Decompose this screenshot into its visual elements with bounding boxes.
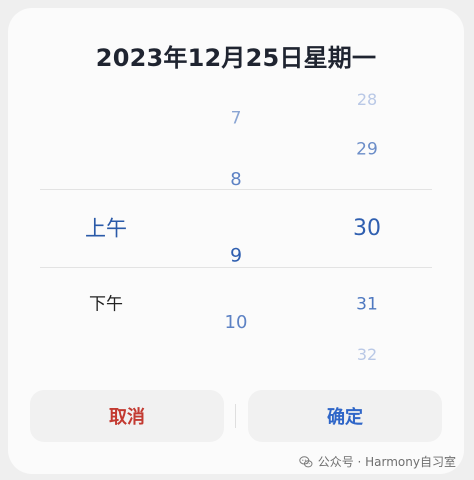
watermark-text: 公众号 · Harmony自习室 — [317, 455, 456, 469]
ampm-option-am[interactable]: 上午 — [85, 218, 127, 240]
dialog-title: 2023年12月25日星期一 — [95, 44, 377, 72]
selection-bottom-line — [40, 267, 432, 268]
minute-option[interactable]: 31 — [356, 296, 378, 314]
minute-option[interactable]: 32 — [357, 347, 377, 363]
time-picker-dialog: 2023年12月25日星期一 上午 下午 7 8 9 10 28 29 30 3… — [8, 8, 464, 474]
cancel-button[interactable]: 取消 — [30, 390, 224, 442]
chat-icon — [299, 455, 313, 469]
hour-option[interactable]: 10 — [225, 314, 248, 332]
minute-option[interactable]: 28 — [357, 92, 377, 108]
hour-option[interactable]: 7 — [231, 110, 242, 128]
dialog-actions: 取消 确定 — [8, 390, 464, 450]
button-divider — [235, 404, 236, 428]
hour-option-selected[interactable]: 9 — [230, 246, 242, 266]
minute-option[interactable]: 29 — [356, 141, 378, 159]
time-picker: 上午 下午 7 8 9 10 28 29 30 31 32 — [8, 92, 464, 382]
minute-option-selected[interactable]: 30 — [353, 218, 381, 240]
watermark: 公众号 · Harmony自习室 — [299, 453, 456, 470]
hour-option[interactable]: 8 — [230, 171, 241, 189]
ampm-option-pm[interactable]: 下午 — [89, 296, 123, 314]
confirm-button[interactable]: 确定 — [248, 390, 442, 442]
